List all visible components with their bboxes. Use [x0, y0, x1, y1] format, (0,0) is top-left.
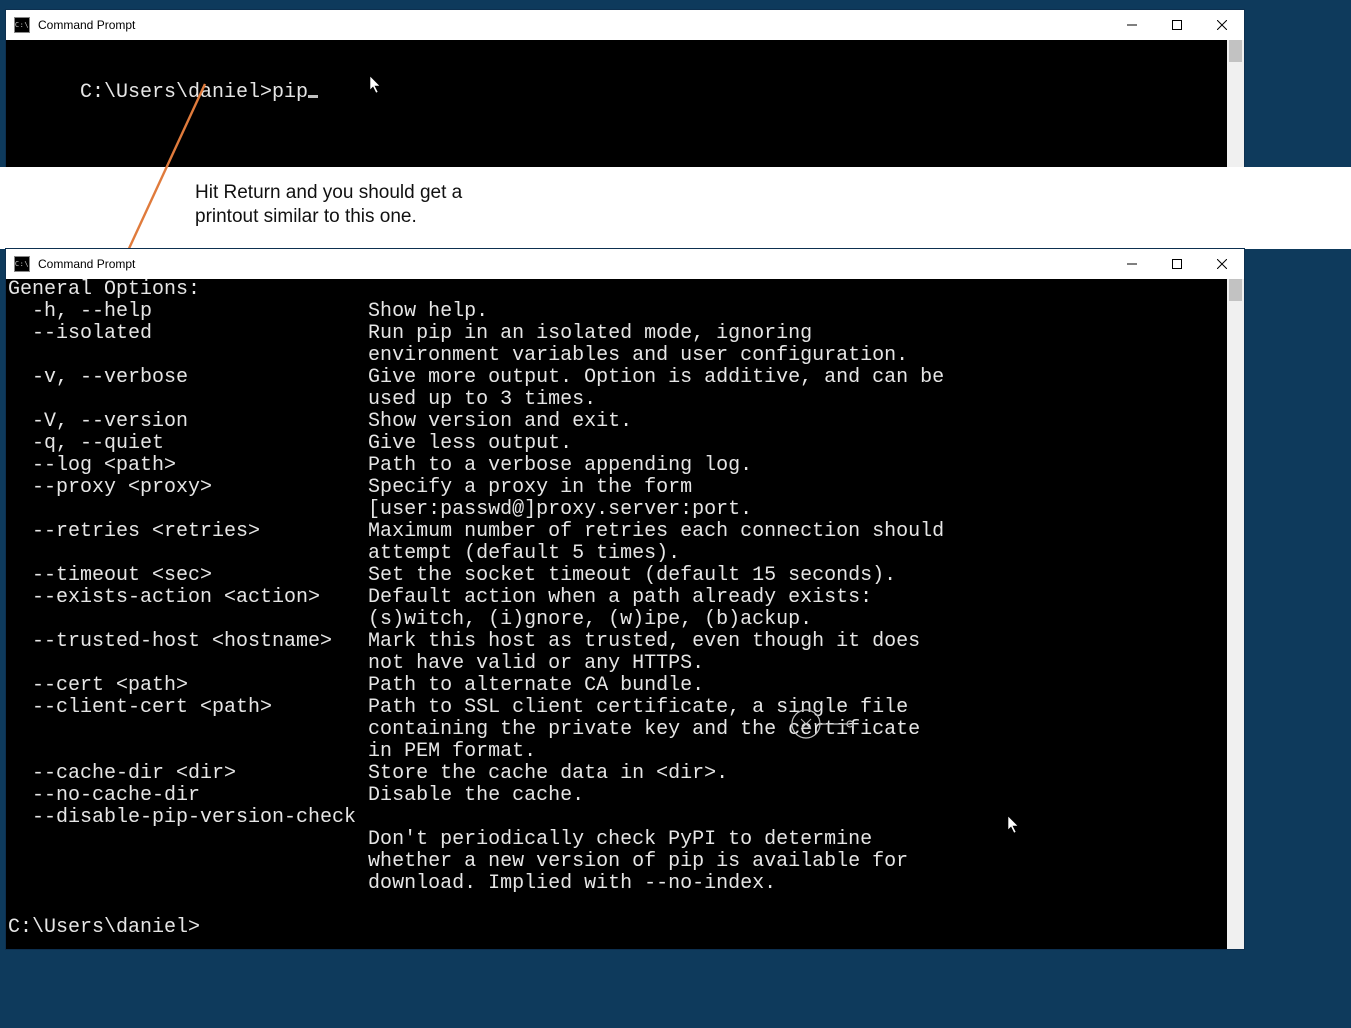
option-row: --retries <retries> Maximum number of re… [8, 520, 944, 543]
window-title-top: Command Prompt [38, 18, 135, 32]
terminal-bottom[interactable]: General Options: -h, --help Show help. -… [6, 279, 1244, 949]
scrollbar-thumb-bottom[interactable] [1229, 279, 1242, 301]
option-row: --no-cache-dir Disable the cache. [8, 784, 584, 807]
option-row: Don't periodically check PyPI to determi… [8, 828, 872, 851]
option-row: environment variables and user configura… [8, 344, 908, 367]
maximize-button[interactable] [1154, 10, 1199, 40]
option-row: attempt (default 5 times). [8, 542, 680, 565]
minimize-button[interactable] [1109, 249, 1154, 279]
prompt-bottom: C:\Users\daniel> [8, 916, 200, 939]
cmd-icon: C:\ [14, 256, 30, 272]
option-row: --proxy <proxy> Specify a proxy in the f… [8, 476, 692, 499]
maximize-button[interactable] [1154, 249, 1199, 279]
instruction-band: Hit Return and you should get a printout… [0, 167, 1351, 249]
option-row: -v, --verbose Give more output. Option i… [8, 366, 944, 389]
option-row: --log <path> Path to a verbose appending… [8, 454, 752, 477]
option-row: -V, --version Show version and exit. [8, 410, 632, 433]
close-button[interactable] [1199, 249, 1244, 279]
option-row: containing the private key and the certi… [8, 718, 920, 741]
option-row: in PEM format. [8, 740, 536, 763]
scrollbar-bottom[interactable] [1227, 279, 1244, 949]
option-row: --timeout <sec> Set the socket timeout (… [8, 564, 896, 587]
option-row: not have valid or any HTTPS. [8, 652, 704, 675]
option-row: --cert <path> Path to alternate CA bundl… [8, 674, 704, 697]
option-row: --cache-dir <dir> Store the cache data i… [8, 762, 728, 785]
option-row: --isolated Run pip in an isolated mode, … [8, 322, 812, 345]
option-row: [user:passwd@]proxy.server:port. [8, 498, 752, 521]
cmd-window-top: C:\ Command Prompt C:\Users\daniel>pip [6, 10, 1244, 167]
minimize-button[interactable] [1109, 10, 1154, 40]
text-cursor [308, 95, 318, 98]
prompt-top: C:\Users\daniel> [80, 81, 272, 104]
window-title-bottom: Command Prompt [38, 257, 135, 271]
command-top: pip [272, 81, 308, 104]
option-row: --exists-action <action> Default action … [8, 586, 872, 609]
option-row: -h, --help Show help. [8, 300, 488, 323]
option-row: --disable-pip-version-check [8, 806, 368, 829]
option-row: --trusted-host <hostname> Mark this host… [8, 630, 920, 653]
option-row: (s)witch, (i)gnore, (w)ipe, (b)ackup. [8, 608, 812, 631]
option-row: whether a new version of pip is availabl… [8, 850, 908, 873]
cmd-window-bottom: C:\ Command Prompt General Options: -h, … [6, 249, 1244, 949]
scrollbar-top[interactable] [1227, 40, 1244, 167]
option-row: download. Implied with --no-index. [8, 872, 776, 895]
terminal-top[interactable]: C:\Users\daniel>pip [6, 40, 1244, 167]
option-row: used up to 3 times. [8, 388, 596, 411]
titlebar-bottom[interactable]: C:\ Command Prompt [6, 249, 1244, 279]
close-button[interactable] [1199, 10, 1244, 40]
option-row: -q, --quiet Give less output. [8, 432, 572, 455]
options-header: General Options: [8, 279, 200, 301]
instruction-text: Hit Return and you should get a printout… [195, 181, 462, 229]
titlebar-top[interactable]: C:\ Command Prompt [6, 10, 1244, 40]
option-row: --client-cert <path> Path to SSL client … [8, 696, 908, 719]
scrollbar-thumb-top[interactable] [1229, 40, 1242, 62]
cmd-icon: C:\ [14, 17, 30, 33]
